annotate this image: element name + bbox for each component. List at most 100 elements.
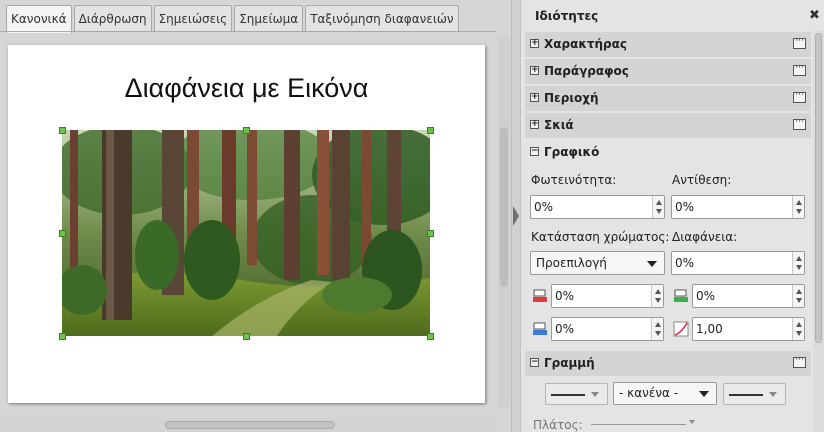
sidebar-title: Ιδιότητες	[535, 9, 599, 23]
collapse-icon[interactable]: −	[530, 358, 539, 367]
selection-handle-bottom-left[interactable]	[59, 333, 66, 340]
arrow-style-value: - κανένα -	[619, 386, 679, 400]
more-options-icon[interactable]: ···	[793, 356, 806, 368]
blue-channel-icon	[532, 321, 548, 337]
expand-icon[interactable]: +	[530, 66, 539, 75]
color-mode-dropdown[interactable]: Προεπιλογή	[530, 251, 665, 275]
expand-icon[interactable]: +	[530, 93, 539, 102]
tab-notes[interactable]: Σημειώσεις	[153, 5, 233, 32]
tab-outline[interactable]: Διάρθρωση	[73, 5, 152, 32]
more-options-icon[interactable]: ···	[793, 64, 806, 76]
sidebar-scrollbar[interactable]	[813, 31, 824, 432]
editor-vertical-scrollbar[interactable]	[498, 37, 510, 407]
view-tabs: Κανονικά Διάρθρωση Σημειώσεις Σημείωμα Τ…	[6, 5, 461, 33]
contrast-value[interactable]: 0%	[675, 200, 694, 214]
decrement-arrow-icon[interactable]	[655, 298, 661, 303]
section-label: Περιοχή	[544, 91, 599, 105]
collapse-icon[interactable]: −	[530, 147, 539, 156]
decrement-arrow-icon[interactable]	[656, 209, 662, 214]
gamma-spinner[interactable]: 1,00	[692, 317, 805, 341]
line-width-label: Πλάτος:	[533, 418, 583, 432]
red-spinner[interactable]: 0%	[551, 284, 664, 308]
line-end-style-button[interactable]	[723, 383, 786, 405]
arrow-style-dropdown[interactable]: - κανένα -	[613, 382, 717, 405]
line-width-control[interactable]	[591, 424, 686, 425]
close-icon[interactable]: ✖	[809, 8, 820, 23]
section-graphic[interactable]: − Γραφικό	[525, 140, 811, 165]
brightness-value[interactable]: 0%	[534, 200, 553, 214]
green-channel-icon	[673, 288, 689, 304]
color-mode-label: Κατάσταση χρώματος:	[531, 230, 670, 244]
decrement-arrow-icon[interactable]	[796, 209, 802, 214]
gamma-value[interactable]: 1,00	[696, 322, 723, 336]
horizontal-scroll-thumb[interactable]	[165, 421, 335, 429]
red-value[interactable]: 0%	[555, 289, 574, 303]
chevron-down-icon[interactable]	[689, 420, 695, 424]
blue-spinner[interactable]: 0%	[551, 317, 664, 341]
line-end-preview	[729, 394, 763, 396]
green-spinner[interactable]: 0%	[692, 284, 805, 308]
slide-canvas[interactable]: Διαφάνεια με Εικόνα	[8, 45, 485, 403]
color-mode-value: Προεπιλογή	[536, 256, 607, 270]
brightness-spinner[interactable]: 0%	[530, 195, 665, 219]
chevron-down-icon	[699, 391, 709, 397]
transparency-label: Διαφάνεια:	[672, 230, 738, 244]
increment-arrow-icon[interactable]	[796, 200, 802, 205]
more-options-icon[interactable]: ···	[793, 91, 806, 103]
contrast-spinner[interactable]: 0%	[671, 195, 805, 219]
section-label: Γραφικό	[544, 145, 600, 159]
expand-icon[interactable]: +	[530, 39, 539, 48]
increment-arrow-icon[interactable]	[796, 256, 802, 261]
sidebar-scroll-thumb[interactable]	[815, 33, 822, 343]
contrast-label: Αντίθεση:	[672, 173, 732, 187]
more-options-icon[interactable]: ···	[793, 37, 806, 49]
tab-handout[interactable]: Σημείωμα	[234, 5, 304, 32]
increment-arrow-icon[interactable]	[796, 322, 802, 327]
increment-arrow-icon[interactable]	[656, 200, 662, 205]
selection-handle-top-right[interactable]	[427, 127, 434, 134]
decrement-arrow-icon[interactable]	[655, 331, 661, 336]
increment-arrow-icon[interactable]	[655, 289, 661, 294]
section-area[interactable]: + Περιοχή ···	[525, 86, 811, 111]
sidebar-header: Ιδιότητες ✖	[521, 0, 824, 31]
sidebar-splitter[interactable]	[511, 0, 520, 432]
slide-title[interactable]: Διαφάνεια με Εικόνα	[8, 73, 485, 104]
selection-handle-bottom[interactable]	[243, 333, 250, 340]
chevron-down-icon	[647, 261, 657, 267]
forest-photo-graphic	[62, 130, 430, 336]
forest-image[interactable]	[62, 130, 430, 336]
transparency-spinner[interactable]: 0%	[671, 251, 805, 275]
tab-normal[interactable]: Κανονικά	[6, 5, 72, 33]
increment-arrow-icon[interactable]	[655, 322, 661, 327]
tab-slide-sorter[interactable]: Ταξινόμηση διαφανειών	[305, 5, 459, 32]
vertical-scroll-thumb[interactable]	[500, 127, 508, 287]
section-line[interactable]: − Γραμμή ···	[525, 351, 811, 376]
decrement-arrow-icon[interactable]	[796, 265, 802, 270]
decrement-arrow-icon[interactable]	[796, 331, 802, 336]
selection-handle-bottom-right[interactable]	[427, 333, 434, 340]
slide-editor-area: Κανονικά Διάρθρωση Σημειώσεις Σημείωμα Τ…	[0, 0, 515, 432]
green-value[interactable]: 0%	[696, 289, 715, 303]
selection-handle-right[interactable]	[427, 230, 434, 237]
red-channel-icon	[532, 288, 548, 304]
selection-handle-left[interactable]	[59, 230, 66, 237]
expand-icon[interactable]: +	[530, 120, 539, 129]
section-label: Χαρακτήρας	[544, 37, 628, 51]
brightness-label: Φωτεινότητα:	[531, 173, 617, 187]
more-options-icon[interactable]: ···	[793, 118, 806, 130]
editor-horizontal-scrollbar[interactable]	[0, 418, 497, 432]
section-shadow[interactable]: + Σκιά ···	[525, 113, 811, 138]
increment-arrow-icon[interactable]	[796, 289, 802, 294]
section-label: Παράγραφος	[544, 64, 629, 78]
collapse-sidebar-icon[interactable]	[513, 206, 519, 226]
section-paragraph[interactable]: + Παράγραφος ···	[525, 59, 811, 84]
section-label: Σκιά	[544, 118, 574, 132]
transparency-value[interactable]: 0%	[675, 256, 694, 270]
blue-value[interactable]: 0%	[555, 322, 574, 336]
selection-handle-top-left[interactable]	[59, 127, 66, 134]
line-style-preview	[551, 394, 585, 396]
decrement-arrow-icon[interactable]	[796, 298, 802, 303]
section-character[interactable]: + Χαρακτήρας ···	[525, 32, 811, 57]
line-style-button[interactable]	[545, 383, 608, 405]
selection-handle-top[interactable]	[243, 127, 250, 134]
